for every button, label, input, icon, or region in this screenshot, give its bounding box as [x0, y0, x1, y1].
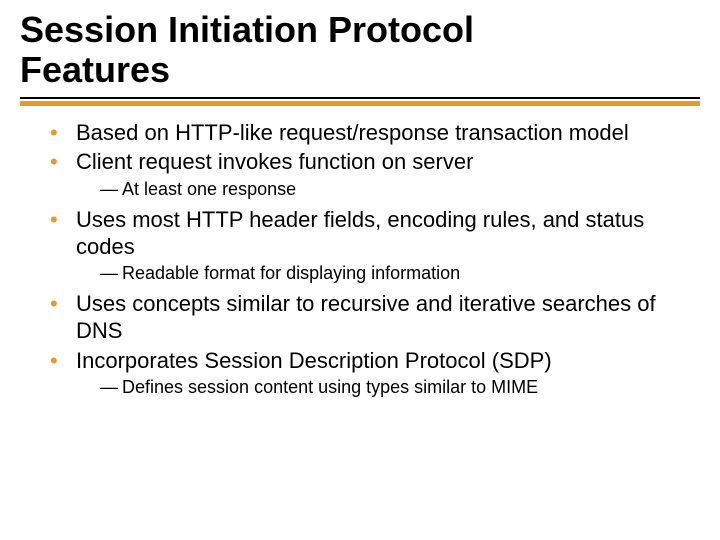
bullet-text: Defines session content using types simi… [122, 377, 538, 397]
bullet-text: Incorporates Session Description Protoco… [76, 348, 552, 373]
title-underline [20, 97, 700, 106]
sub-list: At least one response [76, 178, 700, 201]
title-line-1: Session Initiation Protocol [20, 9, 474, 50]
divider-thin [20, 97, 700, 99]
bullet-text: Uses concepts similar to recursive and i… [76, 291, 656, 343]
slide-title: Session Initiation Protocol Features [20, 10, 700, 91]
bullet-text: Based on HTTP-like request/response tran… [76, 120, 629, 145]
divider-thick [20, 101, 700, 106]
bullet-text: Uses most HTTP header fields, encoding r… [76, 207, 644, 259]
list-item: Defines session content using types simi… [100, 376, 700, 399]
list-item: Uses concepts similar to recursive and i… [50, 291, 700, 345]
list-item: Based on HTTP-like request/response tran… [50, 120, 700, 147]
list-item: Readable format for displaying informati… [100, 262, 700, 285]
list-item: At least one response [100, 178, 700, 201]
slide: Session Initiation Protocol Features Bas… [0, 0, 720, 540]
bullet-list: Based on HTTP-like request/response tran… [20, 120, 700, 399]
sub-list: Defines session content using types simi… [76, 376, 700, 399]
bullet-text: At least one response [122, 179, 296, 199]
bullet-text: Client request invokes function on serve… [76, 149, 473, 174]
title-line-2: Features [20, 49, 170, 90]
list-item: Uses most HTTP header fields, encoding r… [50, 207, 700, 285]
list-item: Incorporates Session Description Protoco… [50, 348, 700, 399]
bullet-text: Readable format for displaying informati… [122, 263, 460, 283]
sub-list: Readable format for displaying informati… [76, 262, 700, 285]
list-item: Client request invokes function on serve… [50, 149, 700, 200]
